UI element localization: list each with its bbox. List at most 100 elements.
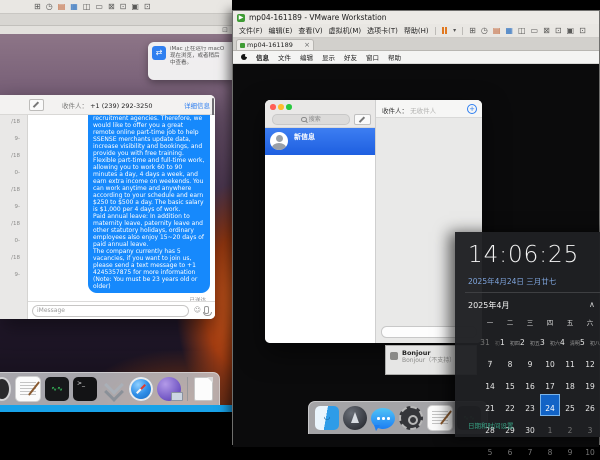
menubar-item[interactable]: 编辑 xyxy=(300,52,313,62)
finder-icon[interactable] xyxy=(315,406,339,430)
calendar-day[interactable]: 23 xyxy=(520,394,540,416)
to-row[interactable]: 收件人： 无收件人 xyxy=(382,105,436,115)
menu-item[interactable]: 选项卡(T) xyxy=(367,26,398,36)
terminal-icon[interactable] xyxy=(73,377,97,401)
emoji-picker-icon[interactable]: ☺ xyxy=(194,306,201,314)
calendar-day[interactable]: 9 xyxy=(520,350,540,372)
vm-power-icon[interactable]: ⊞ xyxy=(34,3,41,11)
calendar-day[interactable]: 18 xyxy=(560,372,580,394)
system-preferences-icon[interactable] xyxy=(399,406,423,430)
close-traffic-light[interactable] xyxy=(270,104,276,110)
calendar-day[interactable]: 26 xyxy=(580,394,600,416)
sharing-icon[interactable] xyxy=(157,377,181,401)
calendar-day[interactable]: 31 初三 xyxy=(480,328,500,350)
calendar-day[interactable]: 3 xyxy=(580,416,600,438)
minimize-traffic-light[interactable] xyxy=(278,104,284,110)
conversation-row-selected[interactable]: 新信息 xyxy=(265,128,375,155)
fit-guest-icon[interactable]: ⊡ xyxy=(144,3,151,11)
compose-button[interactable] xyxy=(29,99,44,111)
calendar-day[interactable]: 2 xyxy=(560,416,580,438)
apple-menu-icon[interactable] xyxy=(241,54,247,60)
calendar-day[interactable]: 14 xyxy=(480,372,500,394)
activity-monitor-icon[interactable] xyxy=(45,377,69,401)
recipient-number[interactable]: +1 (239) 292-3250 xyxy=(90,102,153,110)
calendar-day[interactable]: 4 清明 xyxy=(560,328,580,350)
fullscreen-icon[interactable]: ⊠ xyxy=(543,27,550,35)
calendar-day[interactable]: 8 xyxy=(540,438,560,460)
conversation-fragment[interactable]: 9- xyxy=(0,272,27,289)
zoom-traffic-light[interactable] xyxy=(286,104,292,110)
collapse-chevron-icon[interactable]: ∧ xyxy=(589,300,595,309)
conversation-fragment[interactable]: /18 xyxy=(0,187,27,204)
date-time-settings-link[interactable]: 日期和时间设置 xyxy=(468,420,514,430)
unity-icon[interactable]: ⊡ xyxy=(555,27,562,35)
conversation-fragment[interactable]: /18 xyxy=(0,153,27,170)
calendar-day[interactable]: 6 xyxy=(500,438,520,460)
menu-item[interactable]: 编辑(E) xyxy=(269,26,293,36)
conversation-fragment[interactable]: 0- xyxy=(0,170,27,187)
search-input[interactable]: 搜索 xyxy=(272,114,350,125)
menu-item[interactable]: 文件(F) xyxy=(239,26,263,36)
calendar-day[interactable]: 21 xyxy=(480,394,500,416)
snapshot-clock-icon[interactable]: ◷ xyxy=(481,27,488,35)
printer-icon[interactable]: ▤ xyxy=(493,27,501,35)
macos-notification[interactable]: ⇄ iMac 正在运行 macO现在浏览，或者稍后中查看。 xyxy=(148,42,232,80)
console-view-icon[interactable]: ▣ xyxy=(131,3,139,11)
messages-ic-icon[interactable] xyxy=(371,408,395,429)
menu-item[interactable]: 查看(V) xyxy=(298,26,322,36)
compose-button[interactable] xyxy=(354,114,371,125)
calendar-month-label[interactable]: 2025年4月 xyxy=(468,300,509,311)
calendar-day[interactable]: 5 xyxy=(480,438,500,460)
snapshot-clock-icon[interactable]: ◷ xyxy=(46,3,53,11)
details-link[interactable]: 详细信息 xyxy=(184,100,210,110)
calendar-day[interactable]: 12 xyxy=(580,350,600,372)
calendar-day[interactable]: 16 xyxy=(520,372,540,394)
console-view-icon[interactable]: ▣ xyxy=(567,27,575,35)
vm-tab-close-icon[interactable]: × xyxy=(304,41,310,49)
panel-thumbnail-icon[interactable]: ▭ xyxy=(95,3,103,11)
launchpad-icon[interactable] xyxy=(343,406,367,430)
calendar-day[interactable]: 25 xyxy=(560,394,580,416)
calendar-day[interactable]: 3 初六 xyxy=(540,328,560,350)
calendar-day[interactable]: 10 xyxy=(540,350,560,372)
calendar-day[interactable]: 22 xyxy=(500,394,520,416)
clock-date[interactable]: 2025年4月24日 三月廿七 xyxy=(468,276,556,287)
calendar-day[interactable]: 8 xyxy=(500,350,520,372)
calendar-day[interactable]: 19 xyxy=(580,372,600,394)
panel-library-icon[interactable]: ◫ xyxy=(518,27,526,35)
app-cut-icon[interactable] xyxy=(0,377,11,401)
downloads-icon[interactable] xyxy=(101,377,125,401)
vm-tab[interactable]: mp04-161189 × xyxy=(236,39,314,50)
textedit-icon[interactable] xyxy=(15,376,41,402)
send-ctrl-alt-del-icon[interactable]: ⊞ xyxy=(469,27,476,35)
calendar-day[interactable]: 9 xyxy=(560,438,580,460)
safari-icon[interactable] xyxy=(129,377,153,401)
menu-item[interactable]: 帮助(H) xyxy=(404,26,429,36)
fit-guest-icon[interactable]: ⊡ xyxy=(579,27,586,35)
panel-thumbnail-icon[interactable]: ▭ xyxy=(531,27,539,35)
calendar-day[interactable]: 17 xyxy=(540,372,560,394)
conversation-fragment[interactable]: /18 xyxy=(0,119,27,136)
restore-toolbar-icon[interactable]: ⊡ xyxy=(222,26,228,34)
calendar-day[interactable]: 24 xyxy=(540,394,560,416)
conversation-fragment[interactable]: /18 xyxy=(0,255,27,272)
usb-device-icon[interactable]: ▦ xyxy=(70,3,78,11)
textedit-icon[interactable] xyxy=(427,405,453,431)
menubar-item[interactable]: 显示 xyxy=(322,52,335,62)
calendar-day[interactable]: 1 xyxy=(540,416,560,438)
pause-vm-icon[interactable] xyxy=(442,27,448,34)
document-icon[interactable] xyxy=(194,377,213,401)
calendar-day[interactable]: 15 xyxy=(500,372,520,394)
unity-icon[interactable]: ⊡ xyxy=(120,3,127,11)
dock-divider-icon[interactable] xyxy=(187,377,188,401)
menubar-item[interactable]: 帮助 xyxy=(388,52,401,62)
vmware-tabstrip-left[interactable] xyxy=(0,14,232,26)
conversation-fragment[interactable]: 0- xyxy=(0,238,27,255)
printer-icon[interactable]: ▤ xyxy=(58,3,66,11)
menubar-item[interactable]: 信息 xyxy=(256,52,269,62)
conversation-fragment[interactable]: 9- xyxy=(0,136,27,153)
conversation-fragment[interactable]: /18 xyxy=(0,221,27,238)
calendar-day[interactable]: 11 xyxy=(560,350,580,372)
calendar-day[interactable]: 7 xyxy=(520,438,540,460)
calendar-day[interactable]: 2 初五 xyxy=(520,328,540,350)
